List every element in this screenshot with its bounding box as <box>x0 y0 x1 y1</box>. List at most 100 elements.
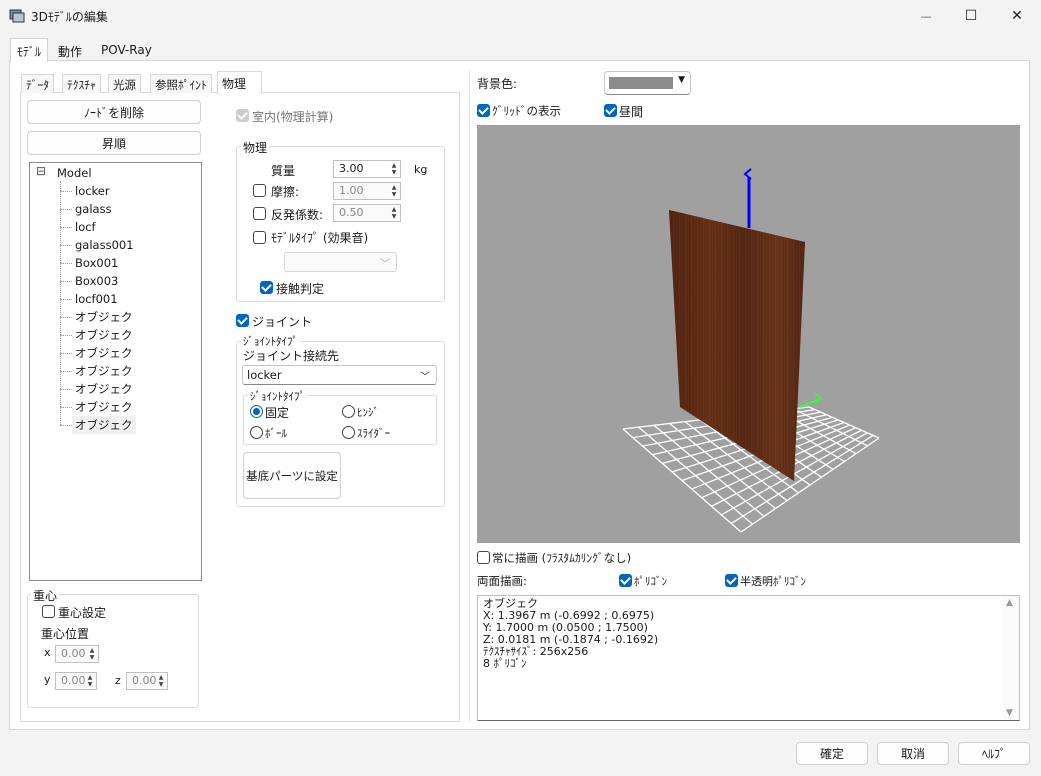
bg-color-label: 背景色: <box>477 77 518 91</box>
daytime-checkbox[interactable] <box>604 104 617 117</box>
cog-x-input[interactable]: 0.00 ▲ ▼ <box>55 645 99 663</box>
contact-checkbox[interactable] <box>260 281 273 294</box>
model-tree[interactable]: ⊟ Model locker galass locf galass001 Box001 B… <box>29 162 202 581</box>
physics-group-label: 物理 <box>241 139 270 156</box>
joint-checkbox[interactable] <box>236 314 249 327</box>
maximize-button[interactable]: ☐ <box>948 0 994 32</box>
scrollbar[interactable]: ▲ ▼ <box>1003 596 1019 720</box>
spinner-arrows-icon[interactable]: ▲ ▼ <box>87 647 97 661</box>
tree-item[interactable]: Box003 <box>75 272 118 290</box>
restitution-label: 反発係数: <box>271 208 324 222</box>
spinner-arrows-icon[interactable]: ▲ ▼ <box>389 206 399 220</box>
model-type-label: ﾓﾃﾞﾙﾀｲﾌﾟ (効果音) <box>271 231 369 245</box>
ok-button[interactable]: 確定 <box>796 742 868 765</box>
tree-connector <box>60 299 72 300</box>
joint-fixed-radio[interactable] <box>250 405 263 418</box>
cog-set-label: 重心設定 <box>58 606 107 620</box>
polygon-checkbox[interactable] <box>619 574 632 587</box>
tab-physics[interactable]: 物理 <box>217 71 262 94</box>
cog-y-input[interactable]: 0.00 ▲ ▼ <box>55 672 97 690</box>
viewport-scene <box>622 168 880 533</box>
mass-input[interactable]: 3.00 ▲ ▼ <box>333 160 401 178</box>
3d-viewport[interactable] <box>477 125 1020 543</box>
object-info-text[interactable]: オブジェク X: 1.3967 m (-0.6992 ; 0.6975) Y: … <box>477 595 1020 721</box>
tree-item[interactable]: locf001 <box>75 290 118 308</box>
y-axis-label-icon <box>743 168 752 180</box>
joint-target-select[interactable]: locker ﹀ <box>242 365 437 385</box>
tab-texture[interactable]: ﾃｸｽﾁｬ <box>62 74 101 93</box>
model-type-select[interactable]: ﹀ <box>284 252 397 272</box>
tree-item[interactable]: オブジェク <box>75 308 133 326</box>
daytime-label: 昼間 <box>619 105 644 119</box>
cog-position-label: 重心位置 <box>41 627 90 641</box>
sort-ascending-button[interactable]: 昇順 <box>27 131 201 155</box>
model-type-checkbox[interactable] <box>253 231 266 244</box>
cog-z-label: z <box>115 674 121 687</box>
tab-data[interactable]: ﾃﾞｰﾀ <box>21 74 54 93</box>
indoor-checkbox[interactable] <box>236 109 249 122</box>
cog-z-input[interactable]: 0.00 ▲ ▼ <box>126 672 168 690</box>
delete-node-button[interactable]: ﾉｰﾄﾞを削除 <box>27 100 201 124</box>
scroll-down-icon[interactable]: ▼ <box>1006 708 1013 718</box>
maximize-icon: ☐ <box>964 8 978 24</box>
tree-item[interactable]: オブジェク <box>75 362 133 380</box>
joint-hinge-radio[interactable] <box>342 405 355 418</box>
tree-item[interactable]: galass001 <box>75 236 134 254</box>
grid-label: ｸﾞﾘｯﾄﾞの表示 <box>492 104 561 118</box>
tree-root[interactable]: Model <box>57 164 92 182</box>
tree-item[interactable]: galass <box>75 200 112 218</box>
joint-hinge-label: ﾋﾝｼﾞ <box>357 406 379 419</box>
title-bar <box>0 0 1041 32</box>
cog-set-checkbox[interactable] <box>42 605 55 618</box>
tree-item[interactable]: locker <box>75 182 110 200</box>
tree-item[interactable]: Box001 <box>75 254 118 272</box>
friction-checkbox[interactable] <box>253 184 266 197</box>
tree-connector <box>60 209 72 210</box>
grid-line <box>622 428 742 533</box>
collapse-icon[interactable]: ⊟ <box>36 165 47 177</box>
set-base-part-button[interactable]: 基底パーツに設定 <box>243 452 341 499</box>
spinner-arrows-icon[interactable]: ▲ ▼ <box>389 162 399 176</box>
chevron-down-icon: ﹀ <box>380 259 390 270</box>
help-button[interactable]: ﾍﾙﾌﾟ <box>958 742 1030 765</box>
translucent-label: 半透明ﾎﾟﾘｺﾞﾝ <box>740 575 806 588</box>
cancel-button[interactable]: 取消 <box>877 742 949 765</box>
divider <box>469 70 470 722</box>
cog-y-label: y <box>44 673 51 686</box>
tab-reference-point[interactable]: 参照ﾎﾟｲﾝﾄ <box>150 74 212 93</box>
tab-light[interactable]: 光源 <box>108 74 141 93</box>
dropdown-arrow-icon: ▼ <box>678 75 685 85</box>
spinner-arrows-icon[interactable]: ▲ ▼ <box>156 674 166 688</box>
minimize-icon: — <box>920 9 932 23</box>
tree-item[interactable]: オブジェク <box>75 380 133 398</box>
close-button[interactable]: ✕ <box>994 0 1040 32</box>
tree-connector <box>60 389 72 390</box>
restitution-input[interactable]: 0.50 ▲ ▼ <box>333 204 401 222</box>
joint-ball-radio[interactable] <box>250 426 263 439</box>
tree-item[interactable]: locf <box>75 218 96 236</box>
grid-checkbox[interactable] <box>477 104 490 117</box>
bg-color-select[interactable]: ▼ <box>604 71 691 95</box>
minimize-button[interactable]: — <box>903 0 949 32</box>
tab-motion[interactable]: 動作 <box>52 39 88 61</box>
translucent-checkbox[interactable] <box>725 574 738 587</box>
tree-item[interactable]: オブジェク <box>75 398 133 416</box>
tab-model[interactable]: ﾓﾃﾞﾙ <box>10 38 49 62</box>
always-draw-label: 常に描画 (ﾌﾗｽﾀﾑｶﾘﾝｸﾞなし) <box>492 551 632 565</box>
spinner-arrows-icon[interactable]: ▲ ▼ <box>389 184 399 198</box>
tree-item[interactable]: オブジェク <box>75 344 133 362</box>
scroll-up-icon[interactable]: ▲ <box>1006 598 1013 608</box>
double-sided-label: 両面描画: <box>477 574 527 588</box>
tree-item[interactable]: オブジェク <box>72 416 136 434</box>
joint-slider-radio[interactable] <box>342 426 355 439</box>
always-draw-checkbox[interactable] <box>477 551 490 564</box>
contact-label: 接触判定 <box>276 282 325 296</box>
joint-target-value: locker <box>247 368 282 382</box>
bg-color-swatch <box>609 77 673 89</box>
tab-povray[interactable]: POV-Ray <box>95 39 158 61</box>
restitution-checkbox[interactable] <box>253 207 266 220</box>
friction-input[interactable]: 1.00 ▲ ▼ <box>333 182 401 200</box>
friction-label: 摩擦: <box>271 185 300 199</box>
tree-item[interactable]: オブジェク <box>75 326 133 344</box>
spinner-arrows-icon[interactable]: ▲ ▼ <box>85 674 95 688</box>
